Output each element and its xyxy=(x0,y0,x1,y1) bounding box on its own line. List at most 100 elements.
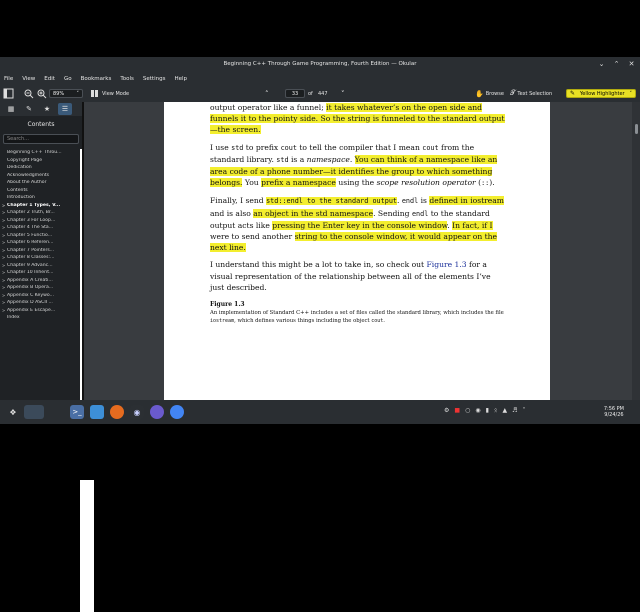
toc-item[interactable]: >Appendix E Escape...402 xyxy=(0,306,94,605)
toc-item[interactable]: Dedication5 xyxy=(0,164,94,462)
minimize-icon[interactable]: ⌄ xyxy=(597,59,606,68)
tray-app-icon[interactable]: ■ xyxy=(454,407,460,414)
chevron-up-icon[interactable]: ˄ xyxy=(523,407,526,414)
chevron-right-icon[interactable]: > xyxy=(0,203,7,208)
chrome-icon[interactable] xyxy=(170,405,184,419)
toc-item-label: Chapter 9 Advanc... xyxy=(7,262,53,268)
chevron-right-icon[interactable]: > xyxy=(0,240,7,245)
folder-icon[interactable] xyxy=(90,405,104,419)
page-total: 447 xyxy=(318,90,328,97)
toc-item[interactable]: >Chapter 4 The Sta...136 xyxy=(0,224,94,522)
chevron-right-icon[interactable]: > xyxy=(0,278,7,283)
toc-item-label: Contents xyxy=(7,187,28,193)
pager-icon[interactable] xyxy=(24,405,44,419)
zoom-value: 89% xyxy=(53,90,65,97)
paragraph-4: I understand this might be a lot to take… xyxy=(210,260,491,292)
contents-search-input[interactable]: Search... xyxy=(3,134,79,144)
toc-item[interactable]: >Chapter 2 Truth, Br...63 xyxy=(0,209,94,507)
chevron-right-icon[interactable]: > xyxy=(0,300,7,305)
toc-item[interactable]: Index403 xyxy=(0,314,94,612)
toc-item[interactable]: >Chapter 6 Referen...205 xyxy=(0,239,94,537)
app-launcher-icon[interactable]: ❖ xyxy=(6,405,20,419)
tray-icon[interactable]: ⚙ xyxy=(444,407,449,414)
okular-icon[interactable]: ◉ xyxy=(130,405,144,419)
chevron-right-icon[interactable]: > xyxy=(0,285,7,290)
table-of-contents: Beginning C++ Throu...2Copyright Page3De… xyxy=(0,149,94,612)
toc-item[interactable]: >Chapter 9 Advanc...300 xyxy=(0,261,94,560)
clock[interactable]: 7:56 PM 9/24/26 xyxy=(604,406,624,418)
toc-item[interactable]: Introduction21 xyxy=(0,194,94,492)
zoom-out-button[interactable] xyxy=(24,88,34,99)
toc-item[interactable]: About the Author7 xyxy=(0,179,94,477)
toc-item[interactable]: Copyright Page3 xyxy=(0,156,94,455)
app-icon[interactable] xyxy=(150,405,164,419)
toc-item[interactable]: >Chapter 1 Types, V...25 xyxy=(0,201,94,500)
bookmarks-tab-icon[interactable]: ★ xyxy=(40,103,54,115)
page-number-input[interactable]: 33 xyxy=(285,89,305,98)
toc-item[interactable]: >Appendix A Creati...388 xyxy=(0,276,94,575)
firefox-icon[interactable] xyxy=(110,405,124,419)
text-selection-button[interactable]: 𝓣 Text Selection xyxy=(510,88,552,99)
tray-icon[interactable]: ○ xyxy=(465,407,470,414)
close-icon[interactable]: ✕ xyxy=(627,59,636,68)
chevron-right-icon[interactable]: > xyxy=(0,293,7,298)
toc-item[interactable]: >Appendix B Opera...395 xyxy=(0,284,94,582)
menu-file[interactable]: File xyxy=(4,76,13,82)
document-viewer[interactable]: output operator like a funnel; it takes … xyxy=(84,102,640,400)
annotations-tab-icon[interactable]: ✎ xyxy=(22,103,36,115)
menu-bookmarks[interactable]: Bookmarks xyxy=(81,76,112,82)
toc-item[interactable]: >Chapter 3 For Loop...103 xyxy=(0,216,94,515)
menu-edit[interactable]: Edit xyxy=(44,76,55,82)
text-selection-label: Text Selection xyxy=(517,90,553,97)
view-mode-button[interactable]: View Mode xyxy=(90,88,129,99)
terminal-icon[interactable]: >_ xyxy=(70,405,84,419)
zoom-select[interactable]: 89% ˅ xyxy=(49,89,83,98)
chevron-right-icon[interactable]: > xyxy=(0,263,7,268)
chevron-right-icon[interactable]: > xyxy=(0,270,7,275)
toc-item[interactable]: Acknowledgments6 xyxy=(0,171,94,470)
menu-view[interactable]: View xyxy=(22,76,35,82)
volume-icon[interactable]: ♬ xyxy=(512,407,517,414)
next-page-button[interactable]: ˅ xyxy=(341,88,345,99)
zoom-in-icon xyxy=(37,89,47,98)
chevron-right-icon[interactable]: > xyxy=(0,218,7,223)
browse-tool-button[interactable]: ✋ Browse xyxy=(475,88,504,99)
toc-item[interactable]: >Chapter 8 Classes:...270 xyxy=(0,254,94,552)
menu-help[interactable]: Help xyxy=(174,76,187,82)
chevron-right-icon[interactable]: > xyxy=(0,248,7,253)
toc-item[interactable]: >Chapter 7 Pointers...239 xyxy=(0,246,94,545)
thumbnails-tab-icon[interactable]: ▦ xyxy=(4,103,18,115)
toc-item[interactable]: Beginning C++ Throu...2 xyxy=(0,149,94,447)
chevron-right-icon[interactable]: > xyxy=(0,255,7,260)
toc-item[interactable]: >Chapter 10 Inherit...340 xyxy=(0,269,94,567)
clipboard-icon[interactable]: ▮ xyxy=(486,407,489,414)
chevron-right-icon[interactable]: > xyxy=(0,225,7,230)
chevron-right-icon[interactable]: > xyxy=(0,308,7,313)
sidebar-contents-panel: Contents Search... Beginning C++ Throu..… xyxy=(0,116,94,612)
highlighter-select[interactable]: ✎ Yellow Highlighter ˅ xyxy=(566,89,636,98)
previous-page-button[interactable]: ˄ xyxy=(265,88,269,99)
chevron-right-icon[interactable]: > xyxy=(0,210,7,215)
toc-item[interactable]: >Chapter 5 Functio...169 xyxy=(0,231,94,530)
text-cursor-icon: 𝓣 xyxy=(510,89,516,97)
maximize-icon[interactable]: ⌃ xyxy=(612,59,621,68)
scrollbar-thumb[interactable] xyxy=(635,124,638,134)
network-icon[interactable]: ▲ xyxy=(502,407,507,414)
chevron-down-icon: ˅ xyxy=(76,90,80,97)
sidebar-toggle-button[interactable] xyxy=(3,88,14,99)
chevron-right-icon[interactable]: > xyxy=(0,233,7,238)
document-page[interactable]: output operator like a funnel; it takes … xyxy=(164,102,550,400)
vertical-scrollbar[interactable] xyxy=(632,102,640,400)
toc-item[interactable]: >Appendix C Keywo...397 xyxy=(0,291,94,590)
figure-caption: An implementation of Standard C++ includ… xyxy=(210,310,504,324)
menu-settings[interactable]: Settings xyxy=(143,76,166,82)
bluetooth-icon[interactable]: ᛟ xyxy=(494,407,498,414)
menu-go[interactable]: Go xyxy=(64,76,72,82)
menu-tools[interactable]: Tools xyxy=(120,76,134,82)
zoom-in-button[interactable] xyxy=(37,88,47,99)
figure-link[interactable]: Figure 1.3 xyxy=(427,260,467,269)
steam-icon[interactable]: ◉ xyxy=(475,407,480,414)
contents-tab-icon[interactable]: ☰ xyxy=(58,103,72,115)
toc-item[interactable]: >Appendix D ASCII ...399 xyxy=(0,299,94,597)
toc-item[interactable]: Contents8 xyxy=(0,186,94,485)
